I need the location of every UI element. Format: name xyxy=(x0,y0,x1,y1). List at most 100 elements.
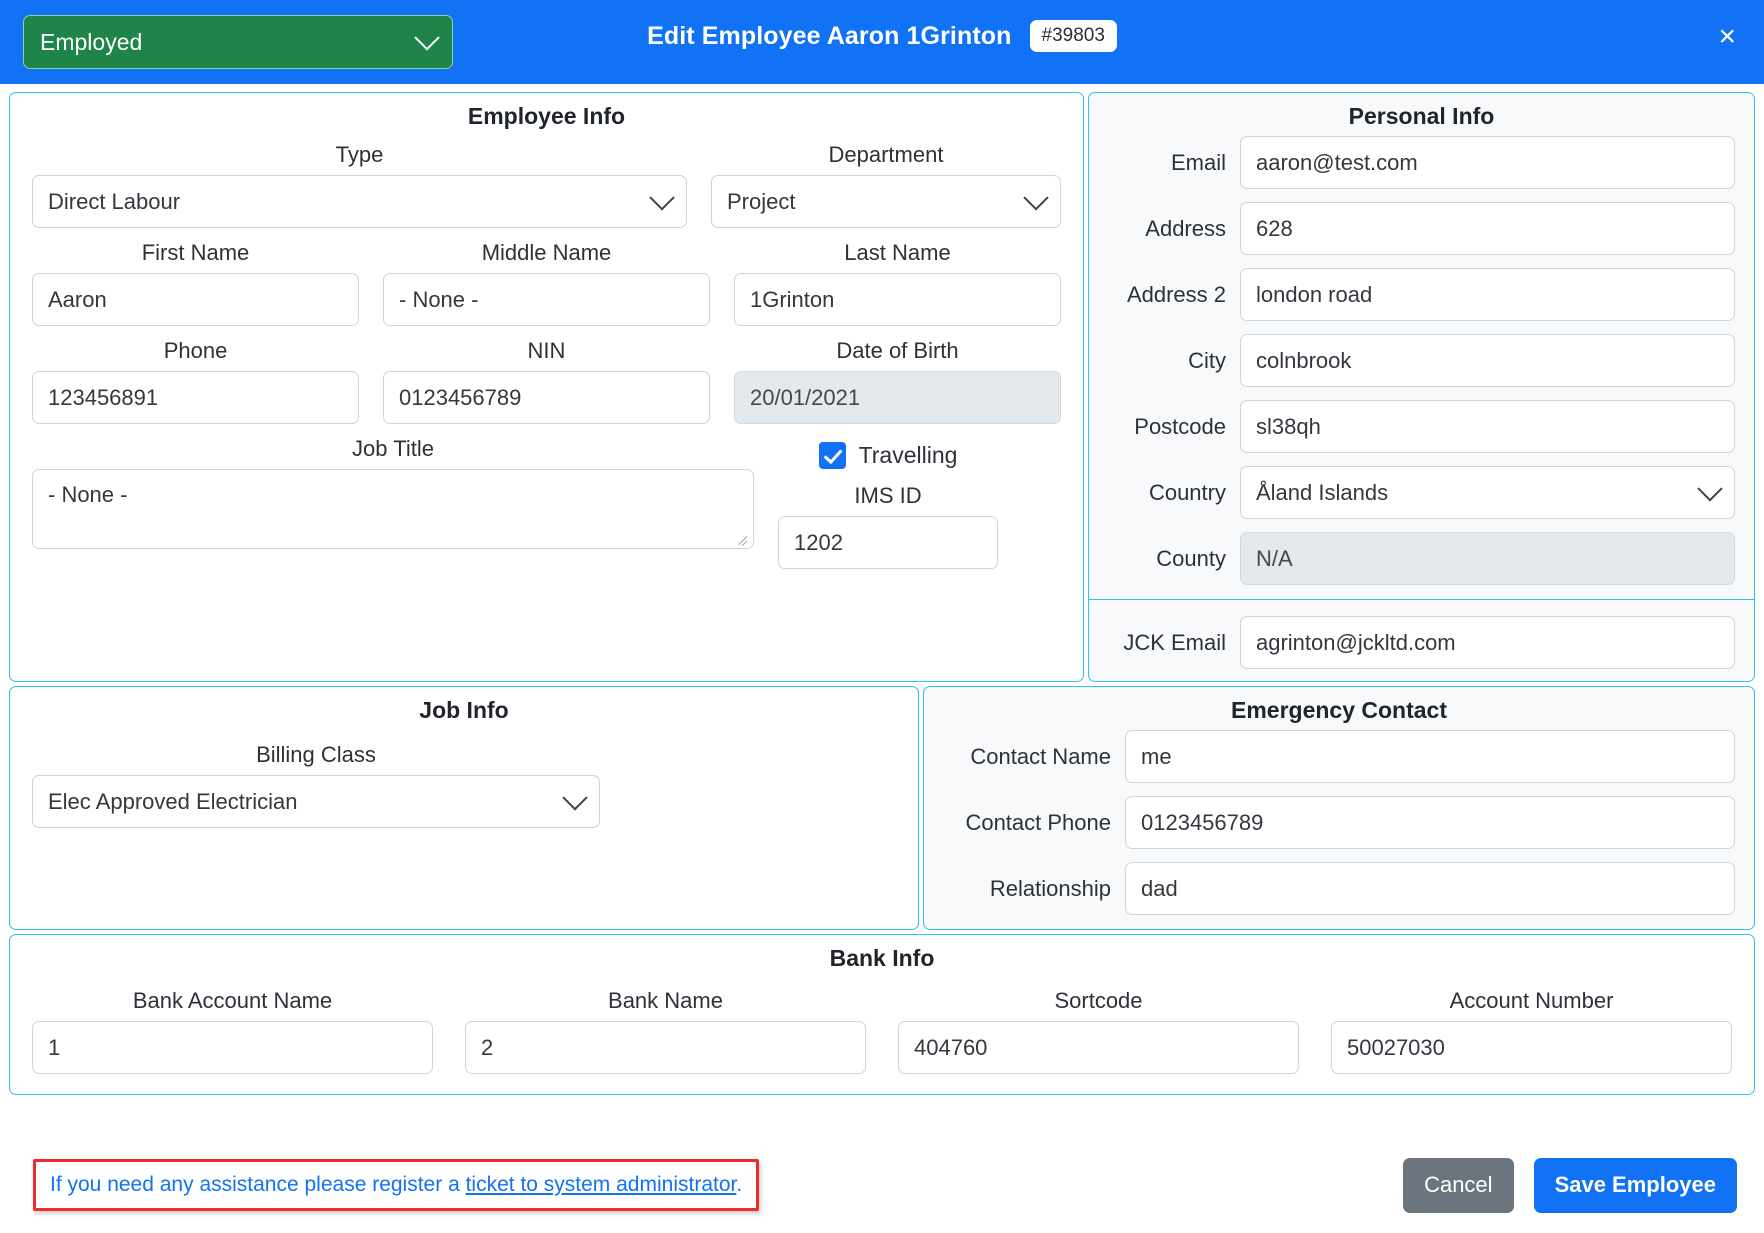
close-icon[interactable]: × xyxy=(1718,22,1736,52)
relationship-input[interactable]: dad xyxy=(1125,862,1735,915)
county-input: N/A xyxy=(1240,532,1735,585)
employee-id-badge: #39803 xyxy=(1029,20,1117,52)
type-label: Type xyxy=(335,142,384,167)
city-label: City xyxy=(1188,347,1226,373)
bank-name-label: Bank Name xyxy=(608,988,723,1013)
system-administrator-ticket-link[interactable]: ticket to system administrator xyxy=(466,1173,737,1196)
email-row: Email aaron@test.com xyxy=(1108,136,1735,189)
address2-row: Address 2 london road xyxy=(1108,268,1735,321)
phone-input[interactable]: 123456891 xyxy=(32,371,359,424)
department-value: Project xyxy=(727,188,796,214)
nin-label: NIN xyxy=(527,338,566,363)
contact-name-row: Contact Name me xyxy=(943,730,1735,783)
department-group: Department Project xyxy=(711,142,1061,228)
type-department-row: Type Direct Labour Department Project xyxy=(32,142,1061,228)
resize-handle-icon[interactable] xyxy=(736,532,750,546)
cancel-button[interactable]: Cancel xyxy=(1403,1157,1514,1213)
date-of-birth-label: Date of Birth xyxy=(836,338,959,363)
travelling-ims-group: Travelling IMS ID 1202 xyxy=(778,436,998,569)
jobtitle-travel-row: Job Title - None - Travelling IMS ID 120… xyxy=(32,436,1061,569)
address-row: Address 628 xyxy=(1108,202,1735,255)
last-name-label: Last Name xyxy=(844,240,951,265)
contact-phone-input[interactable]: 0123456789 xyxy=(1125,796,1735,849)
postcode-row: Postcode sl38qh xyxy=(1108,400,1735,453)
modal-body: Employee Info Type Direct Labour Departm… xyxy=(0,84,1764,1137)
date-of-birth-input[interactable]: 20/01/2021 xyxy=(734,371,1061,424)
chevron-down-icon xyxy=(562,784,588,810)
date-of-birth-group: Date of Birth 20/01/2021 xyxy=(734,338,1061,424)
country-label: Country xyxy=(1148,479,1226,505)
account-number-input[interactable]: 50027030 xyxy=(1331,1021,1732,1074)
type-select[interactable]: Direct Labour xyxy=(32,175,687,228)
account-number-group: Account Number 50027030 xyxy=(1331,988,1732,1074)
edit-employee-modal: Employed Edit Employee Aaron 1Grinton #3… xyxy=(0,0,1764,1233)
relationship-row: Relationship dad xyxy=(943,862,1735,915)
middle-name-label: Middle Name xyxy=(481,240,612,265)
county-row: County N/A xyxy=(1108,532,1735,585)
billing-class-value: Elec Approved Electrician xyxy=(48,788,298,814)
billing-class-select[interactable]: Elec Approved Electrician xyxy=(32,775,600,828)
modal-footer: If you need any assistance please regist… xyxy=(0,1137,1764,1233)
job-title-label: Job Title xyxy=(352,436,434,461)
job-title-group: Job Title - None - xyxy=(32,436,754,569)
country-select[interactable]: Åland Islands xyxy=(1240,466,1735,519)
bank-account-name-group: Bank Account Name 1 xyxy=(32,988,433,1074)
sortcode-input[interactable]: 404760 xyxy=(898,1021,1299,1074)
address-label: Address xyxy=(1145,215,1226,241)
billing-class-group: Billing Class Elec Approved Electrician xyxy=(32,742,600,828)
last-name-input[interactable]: 1Grinton xyxy=(734,273,1061,326)
ims-id-input[interactable]: 1202 xyxy=(778,516,998,569)
email-label: Email xyxy=(1170,149,1226,175)
modal-header: Employed Edit Employee Aaron 1Grinton #3… xyxy=(0,0,1764,84)
employee-info-panel: Employee Info Type Direct Labour Departm… xyxy=(9,92,1084,682)
first-name-input[interactable]: Aaron xyxy=(32,273,359,326)
emergency-contact-title: Emergency Contact xyxy=(1230,697,1447,723)
jck-email-input[interactable]: agrinton@jckltd.com xyxy=(1240,616,1735,669)
assistance-suffix: . xyxy=(736,1173,743,1196)
country-row: Country Åland Islands xyxy=(1108,466,1735,519)
sortcode-group: Sortcode 404760 xyxy=(898,988,1299,1074)
travelling-label: Travelling xyxy=(858,442,958,468)
department-select[interactable]: Project xyxy=(711,175,1061,228)
account-number-label: Account Number xyxy=(1449,988,1614,1013)
bank-name-input[interactable]: 2 xyxy=(465,1021,866,1074)
page-title: Edit Employee Aaron 1Grinton xyxy=(647,21,1012,50)
address2-label: Address 2 xyxy=(1126,281,1226,307)
billing-class-label: Billing Class xyxy=(256,742,376,767)
job-title-textarea[interactable]: - None - xyxy=(32,469,754,549)
top-row: Employee Info Type Direct Labour Departm… xyxy=(9,92,1755,682)
personal-info-panel: Personal Info Email aaron@test.com Addre… xyxy=(1088,92,1755,682)
bank-account-name-input[interactable]: 1 xyxy=(32,1021,433,1074)
relationship-label: Relationship xyxy=(989,875,1111,901)
nin-input[interactable]: 0123456789 xyxy=(383,371,710,424)
contact-phone-row: Contact Phone 0123456789 xyxy=(943,796,1735,849)
chevron-down-icon xyxy=(649,184,675,210)
email-input[interactable]: aaron@test.com xyxy=(1240,136,1735,189)
job-info-panel: Job Info Billing Class Elec Approved Ele… xyxy=(9,686,919,930)
contact-name-input[interactable]: me xyxy=(1125,730,1735,783)
county-label: County xyxy=(1156,545,1226,571)
job-title-value: - None - xyxy=(48,482,128,507)
city-row: City colnbrook xyxy=(1108,334,1735,387)
sortcode-label: Sortcode xyxy=(1054,988,1143,1013)
postcode-input[interactable]: sl38qh xyxy=(1240,400,1735,453)
travelling-row: Travelling xyxy=(778,442,998,469)
ims-id-label: IMS ID xyxy=(854,483,922,508)
middle-name-input[interactable]: - None - xyxy=(383,273,710,326)
address2-input[interactable]: london road xyxy=(1240,268,1735,321)
postcode-label: Postcode xyxy=(1134,413,1226,439)
nin-group: NIN 0123456789 xyxy=(383,338,710,424)
type-value: Direct Labour xyxy=(48,188,181,214)
chevron-down-icon xyxy=(1697,475,1723,501)
middle-row: Job Info Billing Class Elec Approved Ele… xyxy=(9,686,1755,930)
bank-fields-row: Bank Account Name 1 Bank Name 2 Sortcode… xyxy=(32,988,1732,1074)
travelling-checkbox[interactable] xyxy=(818,442,846,469)
phone-group: Phone 123456891 xyxy=(32,338,359,424)
address-input[interactable]: 628 xyxy=(1240,202,1735,255)
city-input[interactable]: colnbrook xyxy=(1240,334,1735,387)
jck-email-label: JCK Email xyxy=(1123,629,1226,655)
bank-info-title: Bank Info xyxy=(829,945,935,971)
save-employee-button[interactable]: Save Employee xyxy=(1533,1157,1737,1213)
job-info-title: Job Info xyxy=(419,697,509,723)
personal-info-title: Personal Info xyxy=(1348,103,1495,129)
